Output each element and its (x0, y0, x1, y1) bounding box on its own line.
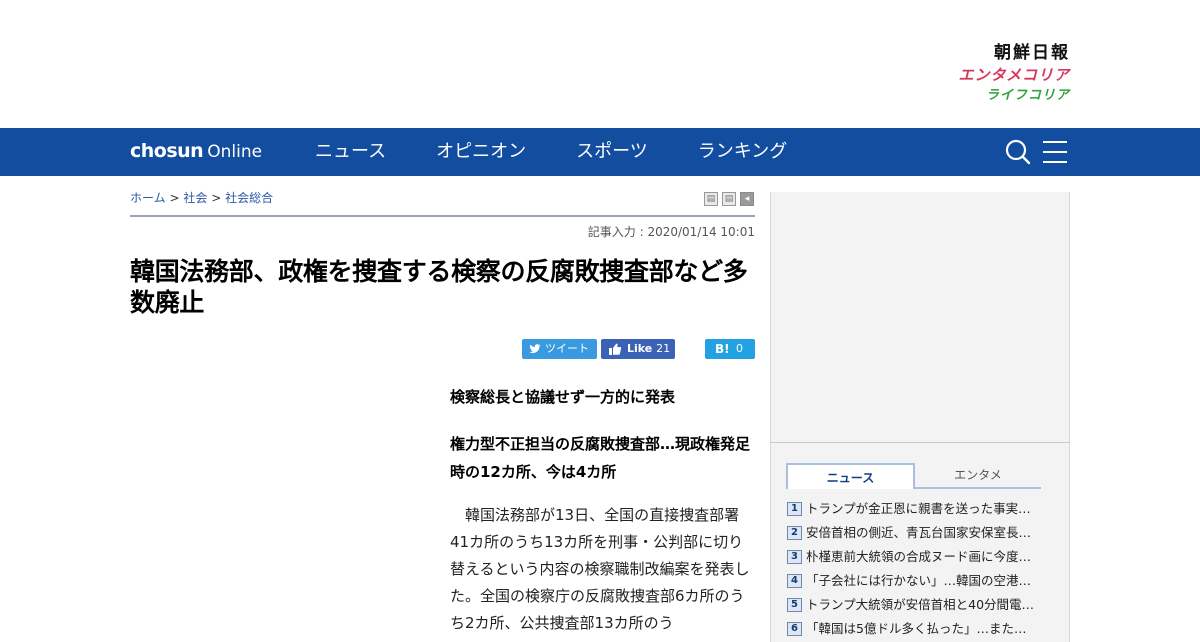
hatena-bookmark-icon: B! (715, 342, 730, 356)
article-tools: ▤ ▤ ◂ (704, 192, 754, 206)
article-subhead: 検察総長と協議せず一方的に発表 (450, 388, 676, 406)
life-korea-link[interactable]: ライフコリア (958, 86, 1070, 106)
logo-bold-text: chosun (130, 140, 204, 162)
main-menu: ニュース オピニオン スポーツ ランキング (315, 128, 837, 176)
twitter-icon (529, 339, 541, 365)
article-body: 韓国法務部が13日、全国の直接捜査部署41カ所のうち13カ所を刑事・公判部に切り… (450, 506, 750, 632)
menu-item-ranking[interactable]: ランキング (698, 128, 787, 176)
breadcrumb-home[interactable]: ホーム (130, 191, 166, 205)
article-dateline: 記事入力 : 2020/01/14 10:01 (587, 225, 755, 239)
rank-title[interactable]: 安倍首相の側近、青瓦台国家安保室長… (806, 524, 1044, 542)
list-item[interactable]: 6 「韓国は5億ドル多く払った」…また… (787, 618, 1047, 642)
rank-title[interactable]: 朴槿恵前大統領の合成ヌード画に今度… (806, 548, 1044, 566)
hamburger-menu-icon[interactable] (1043, 141, 1067, 163)
search-icon[interactable] (1005, 139, 1031, 165)
list-item[interactable]: 2 安倍首相の側近、青瓦台国家安保室長… (787, 522, 1047, 546)
breadcrumb-separator: > (211, 191, 222, 205)
brand-links: 朝鮮日報 エンタメコリア ライフコリア (958, 42, 1070, 106)
rank-number: 5 (787, 598, 802, 612)
hatena-count: 0 (736, 342, 743, 355)
facebook-like-button[interactable]: Like 21 (601, 339, 675, 359)
rank-number: 4 (787, 574, 802, 588)
like-text: Like (627, 342, 653, 355)
rank-title[interactable]: 「韓国は5億ドル多く払った」…また… (806, 620, 1044, 638)
back-icon[interactable]: ◂ (740, 192, 754, 206)
tweet-label: ツイート (545, 342, 589, 355)
chosun-ilbo-link[interactable]: 朝鮮日報 (958, 42, 1070, 64)
list-item[interactable]: 3 朴槿恵前大統領の合成ヌード画に今度… (787, 546, 1047, 570)
tweet-button[interactable]: ツイート (522, 339, 597, 359)
breadcrumb: ホーム > 社会 > 社会総合 (130, 190, 273, 206)
rank-title[interactable]: トランプ大統領が安倍首相と40分間電… (806, 596, 1044, 614)
list-item[interactable]: 5 トランプ大統領が安倍首相と40分間電… (787, 594, 1047, 618)
print-icon[interactable]: ▤ (704, 192, 718, 206)
breadcrumb-separator: > (169, 191, 180, 205)
save-icon[interactable]: ▤ (722, 192, 736, 206)
ranking-list: 1 トランプが金正恩に親書を送った事実… 2 安倍首相の側近、青瓦台国家安保室長… (787, 498, 1047, 642)
rank-number: 3 (787, 550, 802, 564)
divider (130, 215, 755, 217)
rank-title[interactable]: 「子会社には行かない」…韓国の空港… (806, 572, 1044, 590)
like-count: 21 (656, 342, 671, 355)
rank-title[interactable]: トランプが金正恩に親書を送った事実… (806, 500, 1044, 518)
article-headline: 韓国法務部、政権を捜査する検察の反腐敗捜査部など多数廃止 (130, 257, 748, 317)
ranking-tabs: ニュース エンタメ (786, 463, 1041, 489)
brand-header: 朝鮮日報 エンタメコリア ライフコリア (0, 0, 1200, 128)
rank-number: 1 (787, 502, 802, 516)
tab-news[interactable]: ニュース (786, 463, 915, 489)
entame-korea-link[interactable]: エンタメコリア (958, 64, 1070, 86)
list-item[interactable]: 4 「子会社には行かない」…韓国の空港… (787, 570, 1047, 594)
menu-item-sports[interactable]: スポーツ (576, 128, 648, 176)
hatena-bookmark-button[interactable]: B! 0 (705, 339, 755, 359)
tab-entame[interactable]: エンタメ (915, 463, 1041, 489)
article-subhead: 権力型不正担当の反腐敗捜査部…現政権発足時の12カ所、今は4カ所 (450, 435, 751, 481)
thumbs-up-icon (608, 339, 622, 365)
breadcrumb-subsection[interactable]: 社会総合 (225, 191, 273, 205)
logo-light-text: Online (207, 142, 263, 162)
rank-number: 6 (787, 622, 802, 636)
like-label: Like 21 (627, 339, 670, 359)
rank-number: 2 (787, 526, 802, 540)
menu-item-opinion[interactable]: オピニオン (436, 128, 526, 176)
menu-item-news[interactable]: ニュース (315, 128, 386, 176)
list-item[interactable]: 1 トランプが金正恩に親書を送った事実… (787, 498, 1047, 522)
site-logo[interactable]: chosun Online (130, 140, 262, 163)
breadcrumb-section[interactable]: 社会 (183, 191, 207, 205)
sidebar-ad-slot (770, 192, 1070, 443)
